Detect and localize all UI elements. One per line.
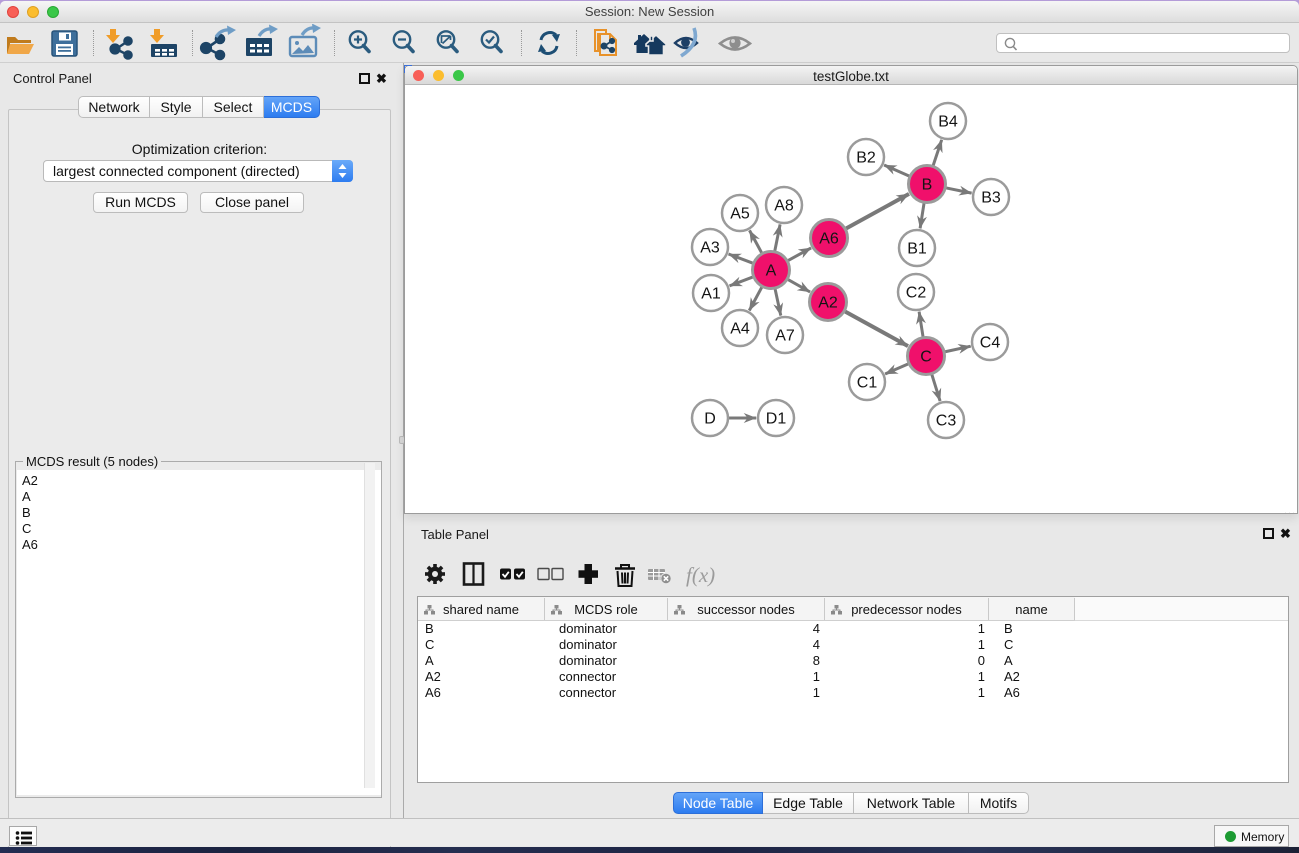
svg-text:C3: C3 [936,413,957,430]
svg-text:A3: A3 [700,240,720,257]
svg-text:B1: B1 [907,241,927,258]
svg-text:A4: A4 [730,321,750,338]
svg-text:B2: B2 [856,150,876,167]
svg-text:A2: A2 [818,295,838,312]
svg-text:f(x): f(x) [686,563,715,587]
svg-text:A1: A1 [701,286,721,303]
svg-text:A5: A5 [730,206,750,223]
svg-text:C1: C1 [857,375,878,392]
svg-text:B4: B4 [938,114,958,131]
svg-text:A6: A6 [819,231,839,248]
svg-text:A7: A7 [775,328,795,345]
svg-text:C2: C2 [906,285,927,302]
svg-text:C: C [920,349,932,366]
svg-text:A8: A8 [774,198,794,215]
svg-text:B3: B3 [981,190,1001,207]
svg-text:A: A [766,263,777,280]
svg-text:B: B [922,177,933,194]
svg-text:D1: D1 [766,411,787,428]
svg-text:C4: C4 [980,335,1001,352]
svg-text:D: D [704,411,716,428]
